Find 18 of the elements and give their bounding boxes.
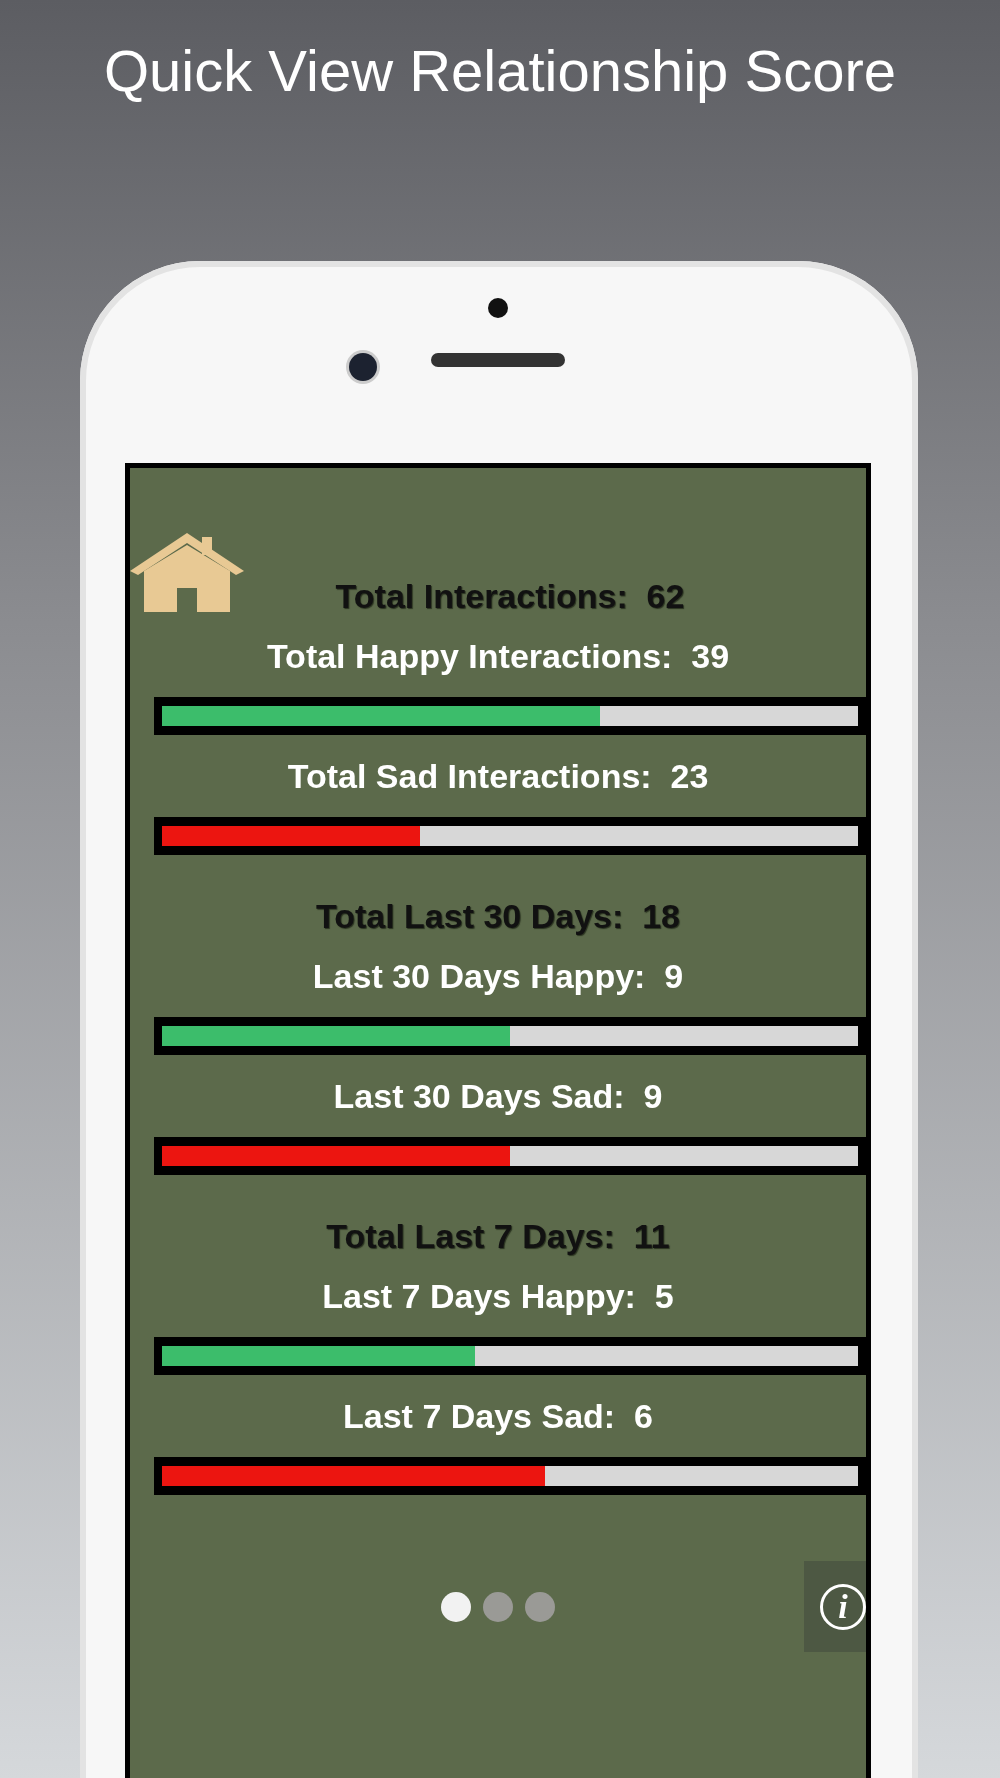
info-button[interactable]: i (804, 1561, 866, 1652)
total-label: Total Last 7 Days: 11 (325, 1216, 671, 1257)
home-icon[interactable] (130, 533, 244, 612)
sensor-icon (488, 298, 508, 318)
page-dot[interactable] (441, 1591, 471, 1622)
page-dot[interactable] (525, 1591, 555, 1622)
camera-icon (349, 353, 377, 381)
stat-label: Total Sad Interactions: 23 (286, 756, 710, 797)
stat-label: Total Happy Interactions: 39 (265, 636, 731, 677)
stat-label: Last 7 Days Sad: 6 (342, 1396, 654, 1437)
total-label: Total Last 30 Days: 18 (314, 896, 682, 937)
stat-label: Last 7 Days Happy: 5 (321, 1276, 675, 1317)
speaker-icon (431, 353, 565, 367)
stat-label: Last 30 Days Happy: 9 (311, 956, 685, 997)
page-dot[interactable] (483, 1591, 513, 1622)
stat-label: Last 30 Days Sad: 9 (332, 1076, 664, 1117)
total-label: Total Interactions: 62 (334, 576, 686, 617)
page-title: Quick View Relationship Score (103, 37, 897, 105)
